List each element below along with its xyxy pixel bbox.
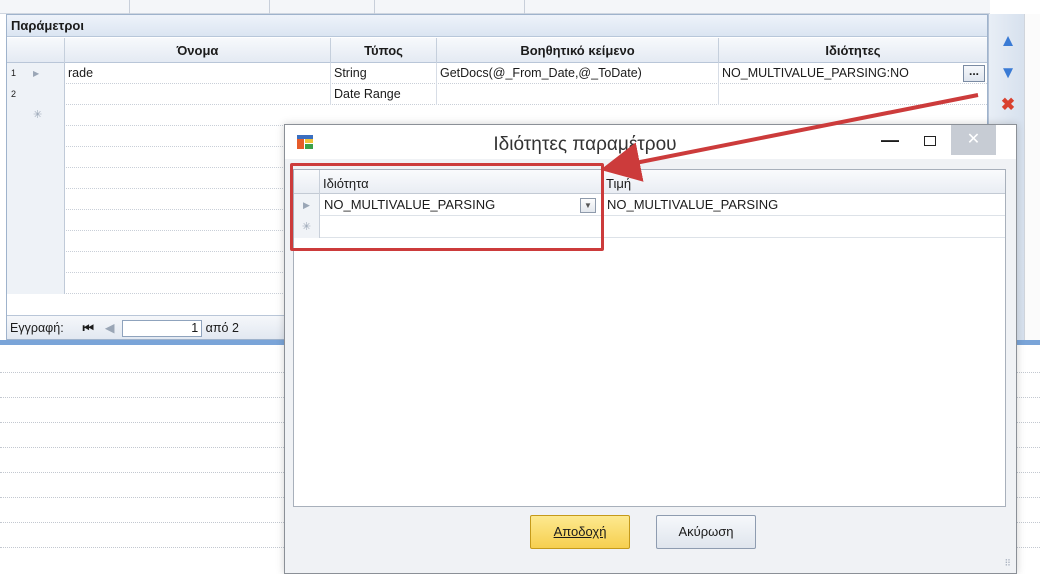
new-row-icon: ✳ <box>33 109 43 121</box>
delete-icon[interactable]: ✖ <box>997 94 1019 116</box>
new-row[interactable]: ✳ <box>7 105 987 126</box>
cell-type[interactable]: Date Range <box>331 84 437 105</box>
row-header[interactable]: 2 <box>7 84 65 105</box>
cell-properties-text: NO_MULTIVALUE_PARSING:NO <box>722 66 909 80</box>
column-header-type[interactable]: Τύπος <box>331 38 437 63</box>
strip-segment <box>0 0 130 14</box>
annotation-highlight-box <box>290 163 604 251</box>
of-label: από <box>205 321 229 335</box>
cell-properties[interactable] <box>719 84 987 105</box>
move-down-icon[interactable]: ▼ <box>997 62 1019 84</box>
resize-grip-icon[interactable]: ⠿ <box>1004 558 1011 569</box>
move-up-icon[interactable]: ▲ <box>997 30 1019 52</box>
row-header <box>7 273 65 294</box>
row-header <box>7 252 65 273</box>
cell-type[interactable]: String <box>331 63 437 84</box>
table-row[interactable]: 1 ▶ rade String GetDocs(@_From_Date,@_ToD… <box>7 63 987 84</box>
strip-segment <box>270 0 375 14</box>
top-strip <box>0 0 990 14</box>
row-header <box>7 147 65 168</box>
strip-segment <box>130 0 270 14</box>
row-header[interactable]: ✳ <box>7 105 65 126</box>
column-header-name[interactable]: Όνομα <box>65 38 331 63</box>
column-header-properties[interactable]: Ιδιότητες <box>719 38 987 63</box>
row-number: 2 <box>11 89 17 99</box>
row-header <box>7 231 65 252</box>
row-header <box>7 210 65 231</box>
panel-title: Παράμετροι <box>7 15 987 37</box>
cell-name[interactable] <box>65 84 331 105</box>
table-row[interactable]: 2 Date Range <box>7 84 987 105</box>
accept-button[interactable]: Αποδοχή <box>530 515 630 549</box>
row-number: 1 <box>11 68 17 78</box>
right-edge <box>1024 14 1040 340</box>
cell-help-text[interactable] <box>437 84 719 105</box>
row-header <box>7 126 65 147</box>
dialog-titlebar[interactable]: Ιδιότητες παραμέτρου — ✕ <box>285 125 1016 159</box>
current-row-icon: ▶ <box>33 69 40 78</box>
cell-help-text[interactable]: GetDocs(@_From_Date,@_ToDate) <box>437 63 719 84</box>
record-total: 2 <box>231 321 239 335</box>
row-header <box>7 189 65 210</box>
row-header-corner <box>7 38 65 63</box>
parameters-grid-header: Όνομα Τύπος Βοηθητικό κείμενο Ιδιότητες <box>7 38 987 63</box>
row-header <box>7 168 65 189</box>
minimize-icon[interactable]: — <box>875 125 905 155</box>
cell-properties[interactable]: NO_MULTIVALUE_PARSING:NO ... <box>719 63 987 84</box>
previous-record-icon[interactable]: ◀ <box>103 316 117 340</box>
accept-label: Αποδοχή <box>553 524 607 539</box>
strip-segment <box>375 0 525 14</box>
dialog-title: Ιδιότητες παραμέτρου <box>493 134 677 155</box>
record-position-input[interactable]: 1 <box>122 320 203 338</box>
close-icon[interactable]: ✕ <box>951 125 996 155</box>
column-header-help-text[interactable]: Βοηθητικό κείμενο <box>437 38 719 63</box>
properties-ellipsis-button[interactable]: ... <box>963 65 985 82</box>
cell-name[interactable]: rade <box>65 63 331 84</box>
column-header-value[interactable]: Τιμή <box>603 170 1005 194</box>
first-record-icon[interactable]: ⏮ <box>81 316 95 340</box>
cell-value[interactable]: NO_MULTIVALUE_PARSING <box>603 194 1005 216</box>
row-header[interactable]: 1 ▶ <box>7 63 65 84</box>
maximize-icon[interactable] <box>915 125 945 155</box>
navigator-label: Εγγραφή: <box>10 321 64 335</box>
cancel-button[interactable]: Ακύρωση <box>656 515 756 549</box>
